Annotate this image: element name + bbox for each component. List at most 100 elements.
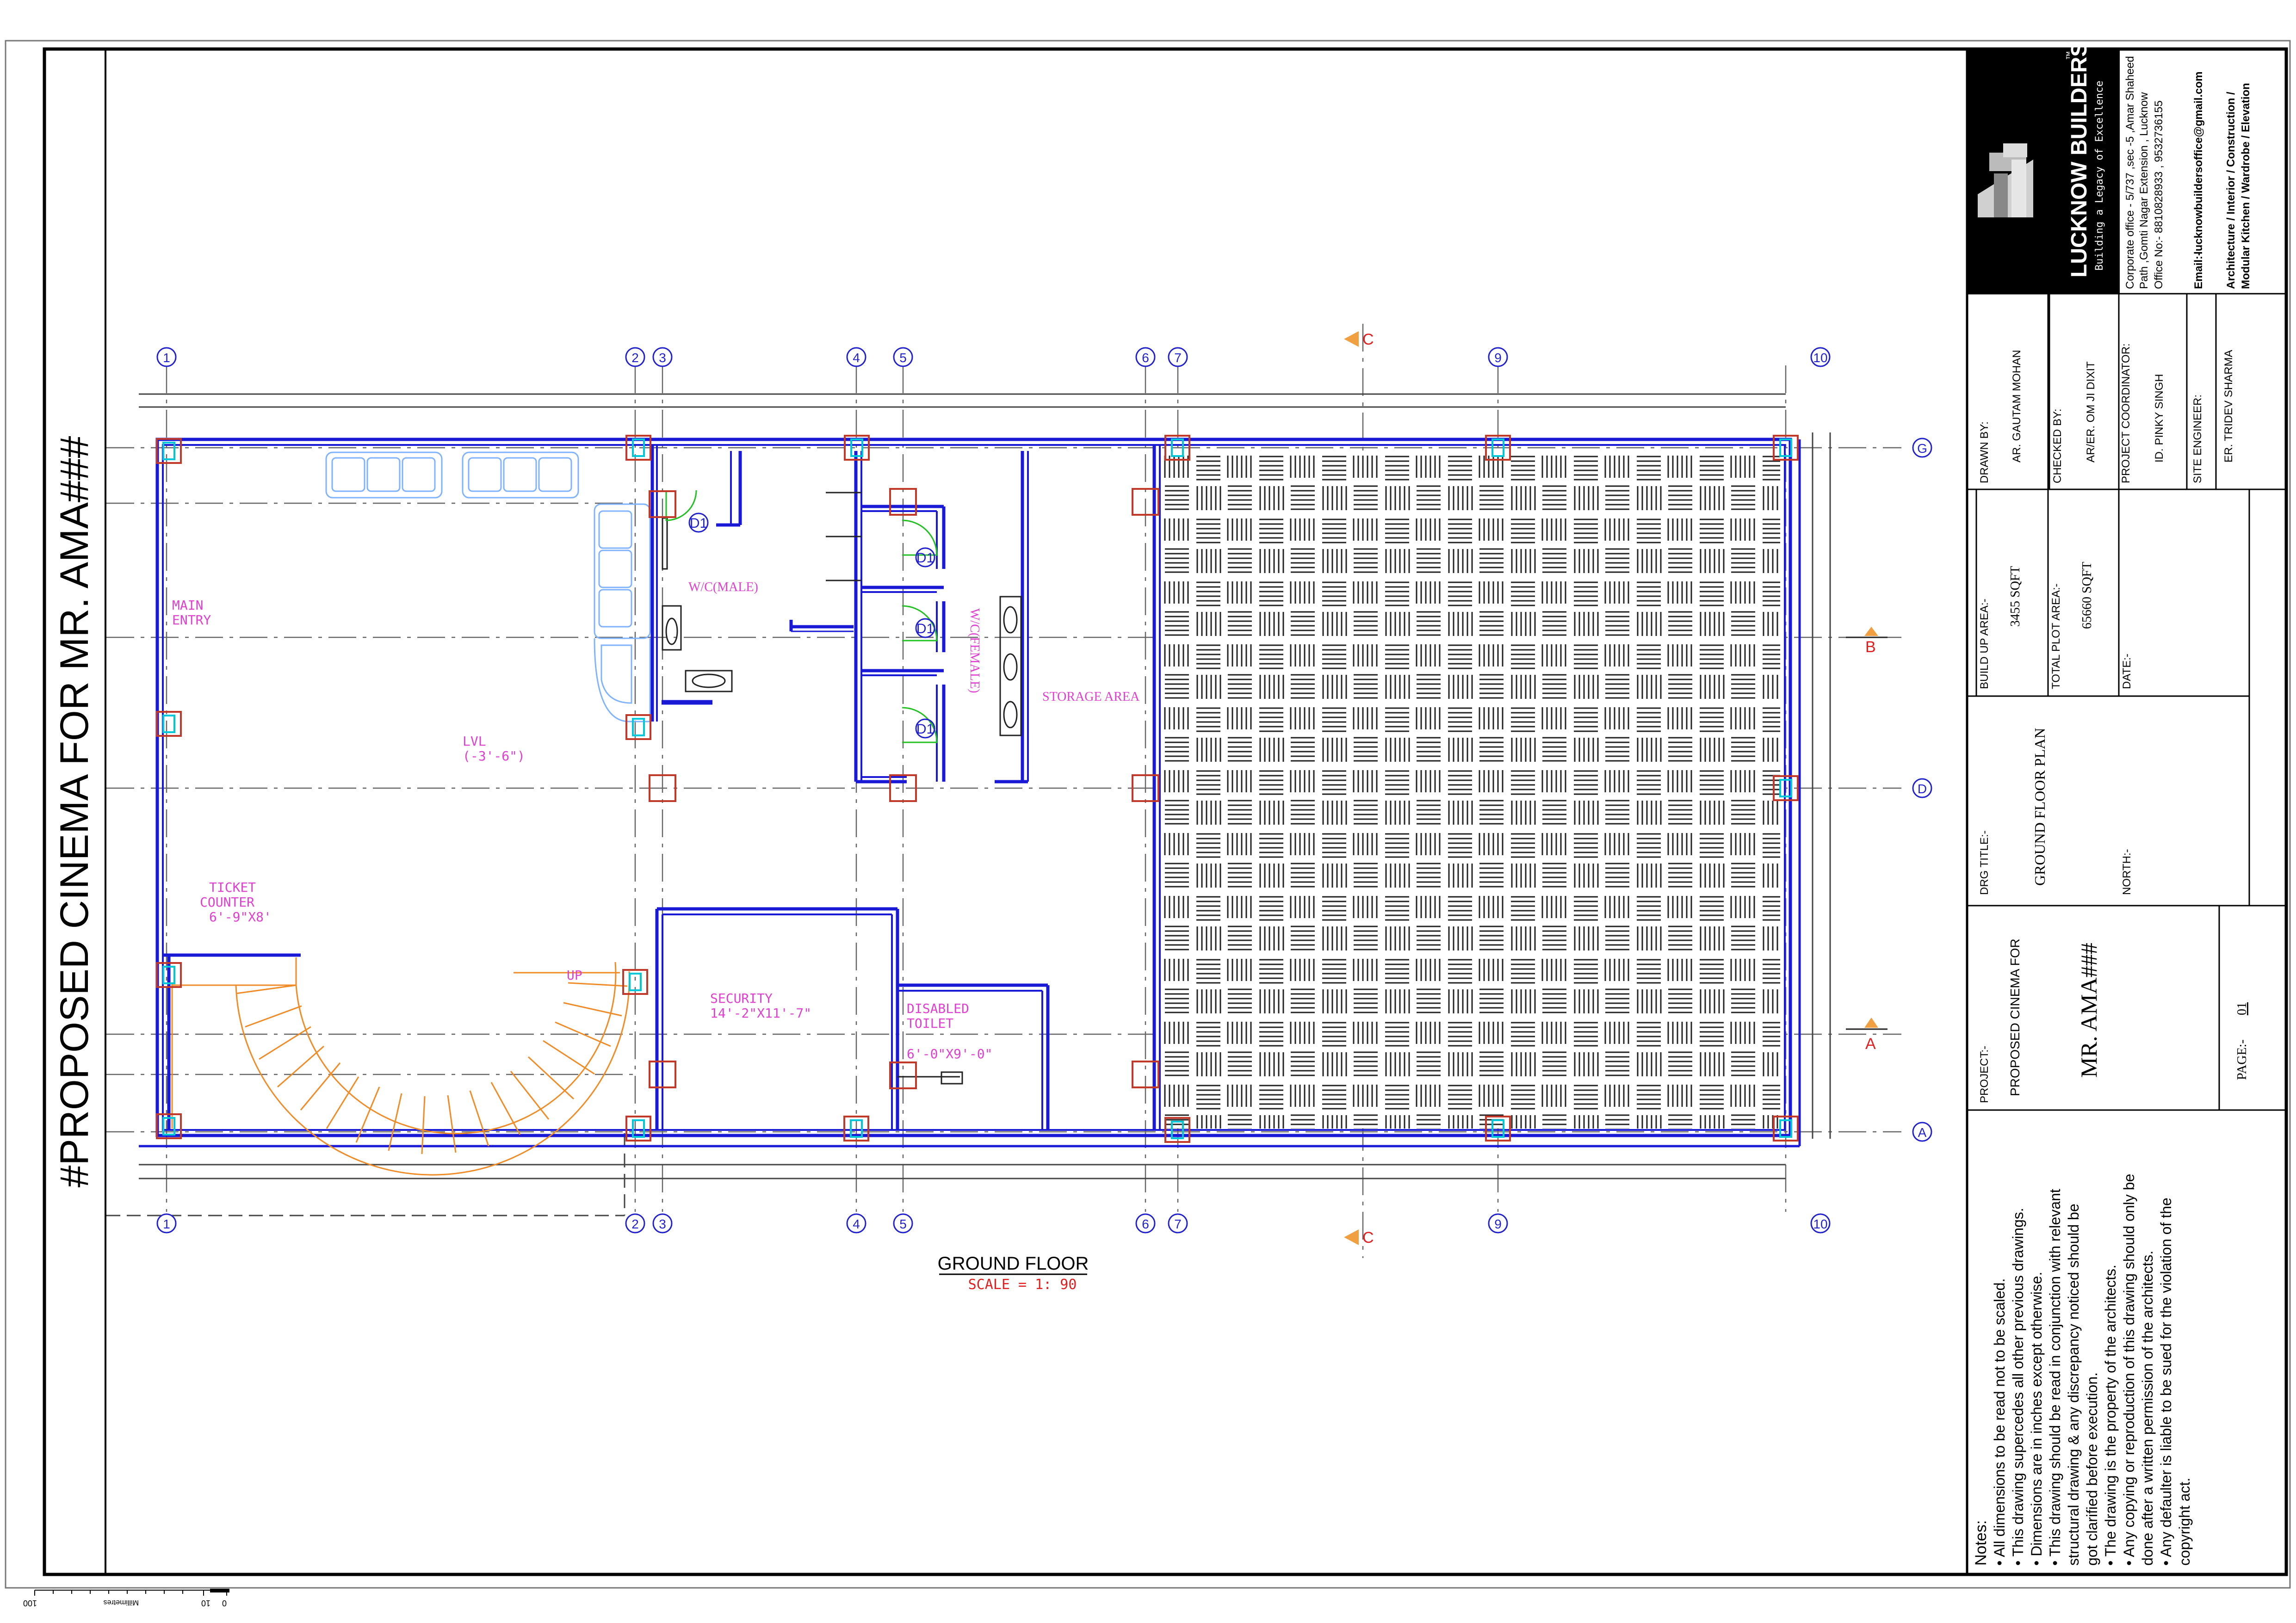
note-line: • The drawing is the property of the arc… <box>2102 1265 2119 1566</box>
door-tag-label: D1 <box>916 621 934 636</box>
company-services-2: Modular Kitchen / Wardrobe / Elevation <box>2240 83 2252 289</box>
project-value-name: MR. AMA### <box>2076 943 2102 1078</box>
label-main-entry: MAIN <box>172 598 203 613</box>
label-storage-area: STORAGE AREA <box>1042 690 1140 704</box>
grid-bubble-label: D <box>1918 782 1927 796</box>
company-office: Office No:- 8810828933 , 9532736155 <box>2153 100 2165 289</box>
grid-bubble-label: 9 <box>1494 1217 1502 1231</box>
company-tm: ™ <box>2065 51 2075 60</box>
note-line: • Any defaulter is liable to be sued for… <box>2158 1197 2174 1566</box>
notes-heading: Notes: <box>1972 1520 1990 1566</box>
label-ticket-counter: COUNTER <box>200 895 254 910</box>
note-line: • This drawing supercedes all other prev… <box>2010 1208 2026 1566</box>
north-label: NORTH:- <box>2121 849 2133 895</box>
label-disabled-toilet-size: 6'-0"X9'-0" <box>907 1046 992 1061</box>
label-disabled-toilet: DISABLED <box>907 1001 969 1016</box>
build-up-value: 3455 SQFT <box>2008 566 2023 627</box>
column-core <box>162 715 175 733</box>
grid-bubble-label: 4 <box>853 351 860 365</box>
drawing-name: GROUND FLOOR <box>938 1253 1089 1274</box>
section-label-a: A <box>1865 1035 1876 1053</box>
engineer-label: SITE ENGINEER: <box>2191 395 2204 483</box>
company-email: lucknowbuildersoffice@gmail.com <box>2192 72 2205 254</box>
grid-bubble-label: 3 <box>659 1217 666 1231</box>
note-line: got clarified before execution. <box>2084 1372 2100 1566</box>
section-label-b: B <box>1865 638 1876 656</box>
company-address-1: Corporate office - 5/737 ,sec -5 ,Amar S… <box>2124 56 2136 289</box>
grid-bubble-label: 9 <box>1494 351 1502 365</box>
scale-bar-ten: 10 <box>201 1598 210 1608</box>
label-main-entry: ENTRY <box>172 612 211 628</box>
section-marker-a <box>1864 1018 1878 1028</box>
note-line: • This drawing should be read in conjunc… <box>2047 1189 2063 1566</box>
drawn-by-label: DRAWN BY: <box>1978 421 1991 483</box>
lounge-seating <box>325 451 651 722</box>
grid-bubble-label: 3 <box>659 351 666 365</box>
coordinator-value: ID. PINKY SINGH <box>2153 374 2166 463</box>
project-value: PROPOSED CINEMA FOR <box>2008 938 2022 1096</box>
note-line: • Any copying or reproduction of this dr… <box>2121 1174 2137 1566</box>
engineer-value: ER. TRIDEV SHARMA <box>2222 350 2235 463</box>
section-label-c-top: C <box>1362 331 1374 348</box>
grid-bubble-label: 2 <box>631 351 639 365</box>
scale-bar-label: Millimetres <box>104 1598 139 1606</box>
company-name: LUCKNOW BUILDERS <box>2067 42 2092 278</box>
label-lvl-value: (-3'-6") <box>463 748 525 764</box>
label-ticket-counter: TICKET <box>209 880 256 895</box>
drg-title-value: GROUND FLOOR PLAN <box>2031 728 2048 886</box>
checked-by-value: AR/ER. OM JI DIXIT <box>2085 361 2097 463</box>
build-up-label: BUILD UP AREA:- <box>1978 599 1991 689</box>
grid-bubble-label: 1 <box>163 1217 170 1231</box>
note-line: done after a written permission of the a… <box>2139 1251 2156 1566</box>
drawn-by-value: AR. GAUTAM MOHAN <box>2011 350 2023 463</box>
label-ticket-counter-size: 6'-9"X8' <box>209 909 272 925</box>
coordinator-label: PROJECT COORDINATOR: <box>2120 343 2132 483</box>
date-label: DATE:- <box>2121 654 2133 689</box>
drawing-sheet: #PROPOSED CINEMA FOR MR. AMA### D1 D1 D1… <box>5 40 2291 1608</box>
label-security-size: 14'-2"X11'-7" <box>710 1006 811 1021</box>
checked-by-label: CHECKED BY: <box>2051 409 2064 483</box>
drg-title-label: DRG TITLE:- <box>1978 830 1991 895</box>
label-up: UP <box>567 968 582 983</box>
page-label: PAGE:- <box>2235 1039 2249 1080</box>
grid-bubble-label: 10 <box>1813 351 1827 365</box>
scale-bar-zero: 0 <box>222 1598 227 1608</box>
grid-bubble-label: 5 <box>899 351 907 365</box>
plot-area-label: TOTAL PLOT AREA:- <box>2050 583 2062 689</box>
section-marker-c-bottom <box>1344 1229 1359 1245</box>
grid-bubble-label: 1 <box>163 351 170 365</box>
grid-bubble-label: 7 <box>1174 351 1182 365</box>
label-wc-male: W/C(MALE) <box>688 580 758 594</box>
plot-area-value: 65660 SQFT <box>2080 562 2094 629</box>
outer-border <box>5 40 2291 1589</box>
grid-bubble-label: G <box>1917 441 1927 456</box>
note-line: copyright act. <box>2176 1478 2193 1566</box>
door-tag-label: D1 <box>690 516 707 531</box>
staircase <box>171 957 630 1176</box>
company-address-2: Path ,Gomti Nagar Extension , Lucknow <box>2138 92 2150 289</box>
label-wc-female: W/C(FEMALE) <box>967 608 982 693</box>
scale-bar-left: 100 <box>23 1598 37 1608</box>
sheet-title: #PROPOSED CINEMA FOR MR. AMA### <box>52 436 97 1187</box>
drawing-scale: SCALE = 1: 90 <box>968 1277 1077 1293</box>
grid-bubble-label: A <box>1918 1125 1927 1140</box>
notes-block: Notes: • All dimensions to be read not t… <box>1972 1174 2193 1566</box>
storage-floor-hatch <box>1161 451 1780 1129</box>
note-line: structural drawing & any discrepancy not… <box>2065 1203 2082 1566</box>
door-tag-label: D1 <box>916 722 934 737</box>
grid-bubble-label: 4 <box>853 1217 860 1231</box>
label-lvl: LVL <box>463 734 486 749</box>
grid-bubble-label: 6 <box>1142 1217 1149 1231</box>
company-email-label: Email:- <box>2192 252 2205 289</box>
project-label: PROJECT:- <box>1978 1046 1991 1103</box>
label-disabled-toilet: TOILET <box>907 1016 953 1031</box>
note-line: • Dimensions are in inches except otherw… <box>2028 1272 2045 1566</box>
scale-bar <box>34 1589 229 1596</box>
company-tagline: Building a Legacy of Excellence <box>2094 80 2105 271</box>
company-services-1: Architecture / Interior / Construction / <box>2225 92 2237 289</box>
section-marker-b <box>1864 627 1878 636</box>
label-security: SECURITY <box>710 991 773 1006</box>
page-value: 01 <box>2235 1002 2249 1015</box>
grid-bubble-label: 2 <box>631 1217 639 1231</box>
grid-bubble-label: 6 <box>1142 351 1149 365</box>
